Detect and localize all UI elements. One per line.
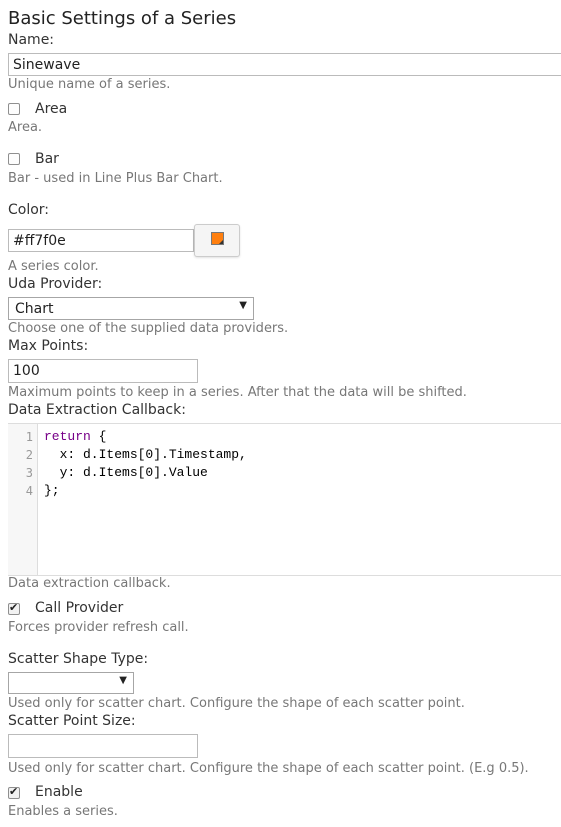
scatter-shape-help: Used only for scatter chart. Configure t…: [8, 696, 465, 711]
code-keyword: return: [44, 429, 91, 444]
line-number: 2: [25, 448, 33, 462]
callback-code-editor[interactable]: 1 2 3 4 return { x: d.Items[0].Timestamp…: [8, 423, 561, 576]
page-title: Basic Settings of a Series: [8, 8, 237, 29]
scatter-shape-select[interactable]: ▼: [8, 672, 134, 694]
bar-label: Bar: [35, 151, 59, 167]
call-provider-help: Forces provider refresh call.: [8, 620, 189, 635]
code-line: y: d.Items[0].Value: [44, 465, 208, 480]
line-number: 4: [25, 484, 33, 498]
area-help: Area.: [8, 120, 43, 135]
max-points-label: Max Points:: [8, 338, 89, 354]
enable-checkbox[interactable]: ✔: [8, 785, 20, 799]
code-line: };: [44, 483, 60, 498]
scatter-size-label: Scatter Point Size:: [8, 713, 136, 729]
code-line: x: d.Items[0].Timestamp,: [44, 447, 247, 462]
uda-provider-help: Choose one of the supplied data provider…: [8, 321, 289, 336]
check-mark-icon: ✔: [9, 785, 19, 798]
area-label: Area: [35, 101, 68, 117]
max-points-input[interactable]: [8, 359, 198, 383]
scatter-size-input[interactable]: [8, 734, 198, 758]
callback-help: Data extraction callback.: [8, 576, 171, 591]
code-line: return {: [44, 429, 107, 444]
name-input[interactable]: [8, 53, 561, 76]
enable-label: Enable: [35, 784, 83, 800]
enable-help: Enables a series.: [8, 804, 118, 819]
callback-label: Data Extraction Callback:: [8, 402, 186, 418]
uda-provider-select[interactable]: Chart ▼: [8, 297, 254, 320]
call-provider-label: Call Provider: [35, 600, 124, 616]
color-help: A series color.: [8, 259, 99, 274]
max-points-help: Maximum points to keep in a series. Afte…: [8, 385, 467, 400]
call-provider-checkbox[interactable]: ✔: [8, 601, 20, 615]
line-number: 3: [25, 466, 33, 480]
scatter-shape-label: Scatter Shape Type:: [8, 651, 149, 667]
color-input[interactable]: [8, 229, 194, 252]
color-swatch-icon: [211, 232, 224, 245]
uda-provider-label: Uda Provider:: [8, 276, 103, 292]
scatter-size-help: Used only for scatter chart. Configure t…: [8, 761, 529, 776]
area-checkbox[interactable]: [8, 103, 20, 115]
bar-checkbox[interactable]: [8, 153, 20, 165]
line-number-gutter: 1 2 3 4: [8, 424, 38, 575]
color-picker-button[interactable]: [194, 224, 240, 257]
name-help: Unique name of a series.: [8, 77, 171, 92]
bar-help: Bar - used in Line Plus Bar Chart.: [8, 171, 223, 186]
color-label: Color:: [8, 202, 50, 218]
dropdown-arrow-icon: ▼: [119, 675, 127, 686]
name-label: Name:: [8, 32, 55, 48]
dropdown-arrow-icon: ▼: [239, 300, 247, 311]
uda-provider-value: Chart: [15, 301, 54, 317]
line-number: 1: [25, 430, 33, 444]
check-mark-icon: ✔: [9, 601, 19, 614]
